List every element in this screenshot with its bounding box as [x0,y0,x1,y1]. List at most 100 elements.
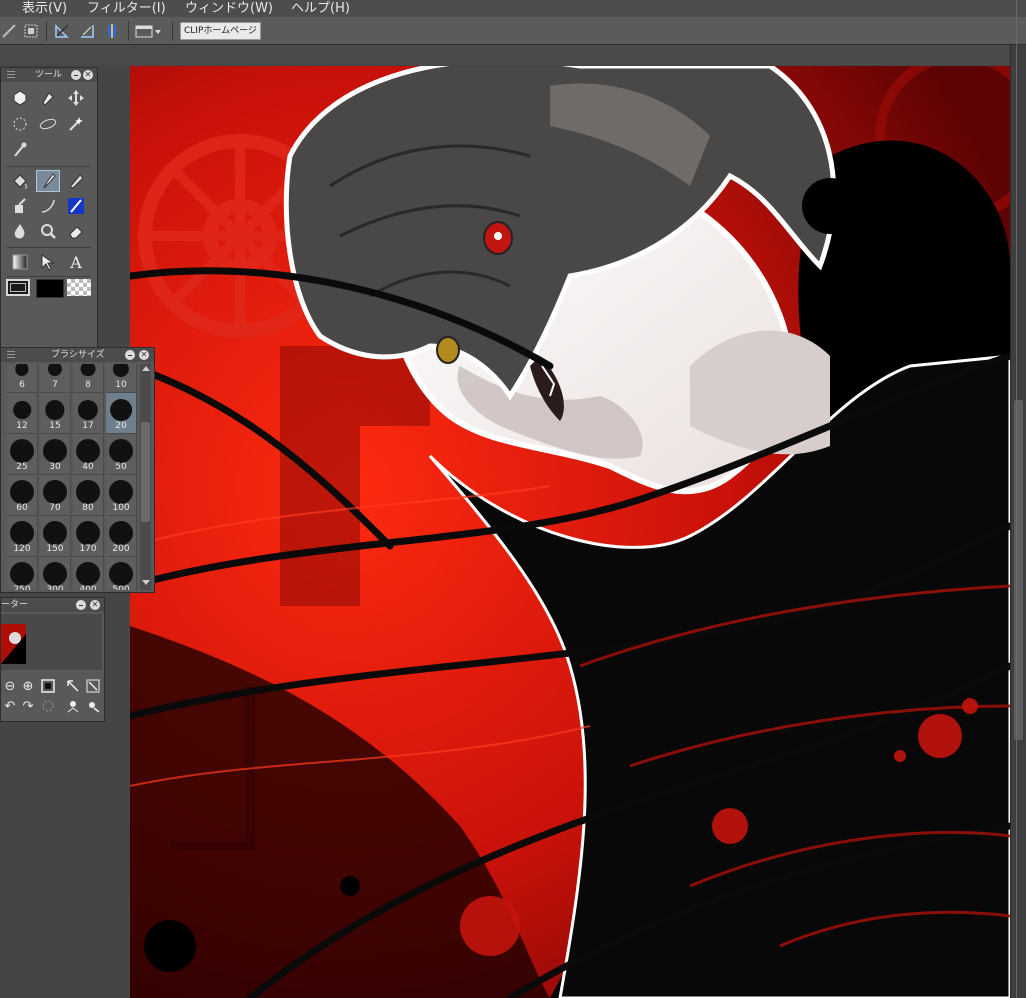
brush-size-option[interactable]: 250 [7,557,38,590]
brush-size-option[interactable]: 20 [106,393,137,434]
special-ruler-icon[interactable] [78,22,96,40]
brush-size-label: 120 [13,544,31,554]
color-icon[interactable] [64,195,88,217]
close-icon[interactable]: ✕ [83,70,93,80]
navigator-preview-area[interactable] [1,614,102,670]
fit-window-icon[interactable] [65,678,81,694]
main-color-swatch[interactable] [6,279,30,296]
clip-homepage-button[interactable]: CLIPホームページ [180,22,261,40]
actual-size-icon[interactable] [85,678,101,694]
move-layer-icon[interactable] [64,87,88,109]
navigator-panel: ーター ✕ ⊖ ⊕ ↶ ↷ [0,597,105,722]
menu-filter[interactable]: フィルター(I) [87,0,166,16]
gradient-icon[interactable] [8,251,32,273]
brush-size-option[interactable]: 60 [7,475,38,516]
brush-size-dot [109,521,133,545]
fit-view-icon[interactable] [40,678,56,694]
brush-size-scrollbar[interactable] [140,364,151,590]
brush-size-option[interactable]: 30 [40,434,71,475]
brush-size-option[interactable]: 12 [7,393,38,434]
minimize-icon[interactable] [76,600,86,610]
vertical-scrollbar[interactable] [1010,45,1026,998]
pencil-icon[interactable] [64,170,88,192]
tool-panel-titlebar[interactable]: ツール ✕ [1,68,97,82]
brush-size-option[interactable]: 50 [106,434,137,475]
ruler-snap-icon[interactable] [53,22,71,40]
grid-snap-icon[interactable] [103,22,121,40]
pen-icon[interactable] [36,87,60,109]
menu-view[interactable]: 表示(V) [22,0,67,16]
brush-size-dot [15,364,29,376]
navigator-thumbnail[interactable] [1,624,26,664]
minimize-icon[interactable] [71,70,81,80]
brush-size-dot [76,562,100,586]
object-icon[interactable] [36,251,60,273]
menu-help[interactable]: ヘルプ(H) [291,0,350,16]
flip-horizontal-icon[interactable] [65,698,81,714]
brush-size-option[interactable]: 17 [73,393,104,434]
brush-size-label: 10 [115,380,127,390]
zoom-in-icon[interactable]: ⊕ [20,678,36,694]
brush-size-dot [43,439,67,463]
blend-icon[interactable] [8,220,32,242]
brush-size-option[interactable]: 150 [40,516,71,557]
move-icon[interactable] [8,87,32,109]
eraser-icon[interactable] [64,220,88,242]
minimize-icon[interactable] [125,350,135,360]
panel-grip[interactable] [7,71,15,79]
brush-size-label: 30 [49,462,61,472]
svg-text:A: A [69,253,82,271]
reset-rotation-icon[interactable] [40,698,56,714]
rotate-left-icon[interactable]: ↶ [2,698,18,714]
panel-grip[interactable] [7,351,15,359]
curve-icon[interactable] [36,195,60,217]
magic-wand-icon[interactable] [64,113,88,135]
brush-size-option[interactable]: 15 [40,393,71,434]
eyedropper-icon[interactable] [8,139,32,161]
brush-size-option[interactable]: 10 [106,364,137,393]
brush-size-grid: 6 7 8 10 12 15 17 20 25 30 40 50 60 70 80 100 120 150 170 2… [7,364,138,590]
transparent-color-swatch[interactable] [67,279,91,296]
sub-color-swatch[interactable] [36,279,64,298]
airbrush-icon[interactable] [8,195,32,217]
brush-size-option[interactable]: 8 [73,364,104,393]
rotate-right-icon[interactable]: ↷ [20,698,36,714]
menu-window[interactable]: ウィンドウ(W) [185,0,273,16]
navigator-titlebar[interactable]: ーター ✕ [1,598,104,612]
brush-size-option[interactable]: 25 [7,434,38,475]
close-icon[interactable]: ✕ [90,600,100,610]
zoom-icon[interactable] [36,220,60,242]
brush-size-option[interactable]: 300 [40,557,71,590]
brush-size-label: 25 [16,462,28,472]
zoom-out-icon[interactable]: ⊖ [2,678,18,694]
brush-size-option[interactable]: 80 [73,475,104,516]
brush-size-label: 200 [112,544,130,554]
brush-size-option[interactable]: 500 [106,557,137,590]
layout-dropdown-icon[interactable] [135,22,163,40]
scrollbar-thumb[interactable] [141,422,150,522]
brush-size-option[interactable]: 100 [106,475,137,516]
brush-icon[interactable] [36,170,60,192]
fill-icon[interactable] [8,170,32,192]
brush-size-option[interactable]: 200 [106,516,137,557]
scroll-up-icon[interactable] [142,366,150,371]
canvas[interactable] [130,66,1010,998]
brush-size-option[interactable]: 7 [40,364,71,393]
brush-size-option[interactable]: 6 [7,364,38,393]
brush-size-option[interactable]: 400 [73,557,104,590]
brush-size-option[interactable]: 40 [73,434,104,475]
snap-icon[interactable] [0,22,18,40]
lasso-icon[interactable] [8,113,32,135]
scroll-down-icon[interactable] [142,580,150,585]
close-icon[interactable]: ✕ [139,350,149,360]
select-all-icon[interactable] [22,22,40,40]
brush-size-option[interactable]: 120 [7,516,38,557]
text-icon[interactable]: A [64,251,88,273]
flip-vertical-icon[interactable] [85,698,101,714]
ellipse-select-icon[interactable] [36,113,60,135]
brush-size-option[interactable]: 170 [73,516,104,557]
navigator-title: ーター [1,600,29,610]
brush-size-option[interactable]: 70 [40,475,71,516]
brush-size-titlebar[interactable]: ブラシサイズ ✕ [1,348,154,362]
brush-size-dot [43,480,67,504]
